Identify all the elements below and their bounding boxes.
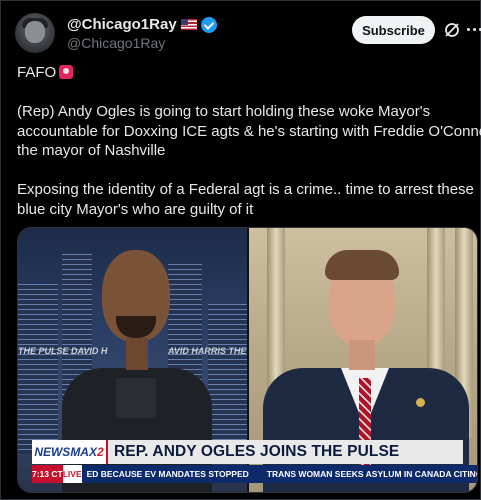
more-dot — [473, 27, 476, 31]
newsmax2-logo: NEWSMAX 2 — [32, 440, 106, 464]
tweet-line: accountable for Doxxing ICE agts & he's … — [17, 122, 481, 140]
author-names: @Chicago1Ray @Chicago1Ray — [67, 15, 217, 51]
siren-icon — [59, 65, 74, 79]
logo-number: 2 — [96, 445, 104, 459]
guest-hair — [325, 250, 399, 280]
display-name-row[interactable]: @Chicago1Ray — [67, 15, 217, 34]
host-neck — [126, 338, 148, 370]
ticker-time: 7:13 CT — [32, 465, 63, 483]
verified-badge-icon[interactable] — [200, 16, 217, 33]
tweet-line-text: FAFO — [17, 64, 57, 81]
avatar[interactable] — [15, 13, 55, 53]
news-ticker: 7:13 CT LIVE ED BECAUSE EV MANDATES STOP… — [32, 465, 478, 483]
ticker-item: TRANS WOMAN SEEKS ASYLUM IN CANADA CITIN… — [266, 469, 478, 479]
tweet-text: FAFO (Rep) Andy Ogles is going to start … — [17, 63, 481, 219]
tweet-header: @Chicago1Ray @Chicago1Ray Subscribe — [15, 13, 481, 53]
author-handle[interactable]: @Chicago1Ray — [67, 35, 217, 51]
skyline-building — [208, 304, 247, 454]
logo-text: NEWSMAX — [34, 445, 97, 459]
tweet-line: FAFO — [17, 63, 467, 83]
show-tag-left: THE PULSE DAVID H — [18, 346, 108, 356]
display-name[interactable]: @Chicago1Ray — [67, 16, 177, 33]
newsmax-lower-third: NEWSMAX 2 REP. ANDY OGLES JOINS THE PULSE — [32, 440, 463, 464]
tweet-card: @Chicago1Ray @Chicago1Ray Subscribe FAFO… — [0, 0, 481, 500]
tweet-line: Exposing the identity of a Federal agt i… — [17, 181, 474, 198]
tweet-line: (Rep) Andy Ogles is going to start holdi… — [17, 103, 431, 120]
congress-pin-icon — [416, 398, 425, 407]
tweet-line: blue city Mayor's who are guilty of it — [17, 200, 254, 218]
guest-neck — [349, 340, 375, 370]
skyline-building — [18, 284, 58, 454]
video-media[interactable]: THE PULSE DAVID H AVID HARRIS THE NEWSMA… — [17, 227, 478, 493]
us-flag-icon — [180, 19, 197, 30]
ticker-item: ED BECAUSE EV MANDATES STOPPED — [86, 469, 249, 479]
host-collar — [116, 378, 156, 418]
show-tag-right: AVID HARRIS THE — [168, 346, 247, 356]
more-dot — [467, 27, 470, 31]
avatar-face — [25, 21, 45, 43]
grok-icon[interactable] — [443, 21, 461, 39]
chyron-headline: REP. ANDY OGLES JOINS THE PULSE — [106, 440, 463, 464]
more-icon[interactable] — [467, 25, 481, 33]
tweet-line: the mayor of Nashville — [17, 142, 166, 159]
live-badge: LIVE — [62, 465, 82, 483]
subscribe-button[interactable]: Subscribe — [352, 16, 435, 44]
